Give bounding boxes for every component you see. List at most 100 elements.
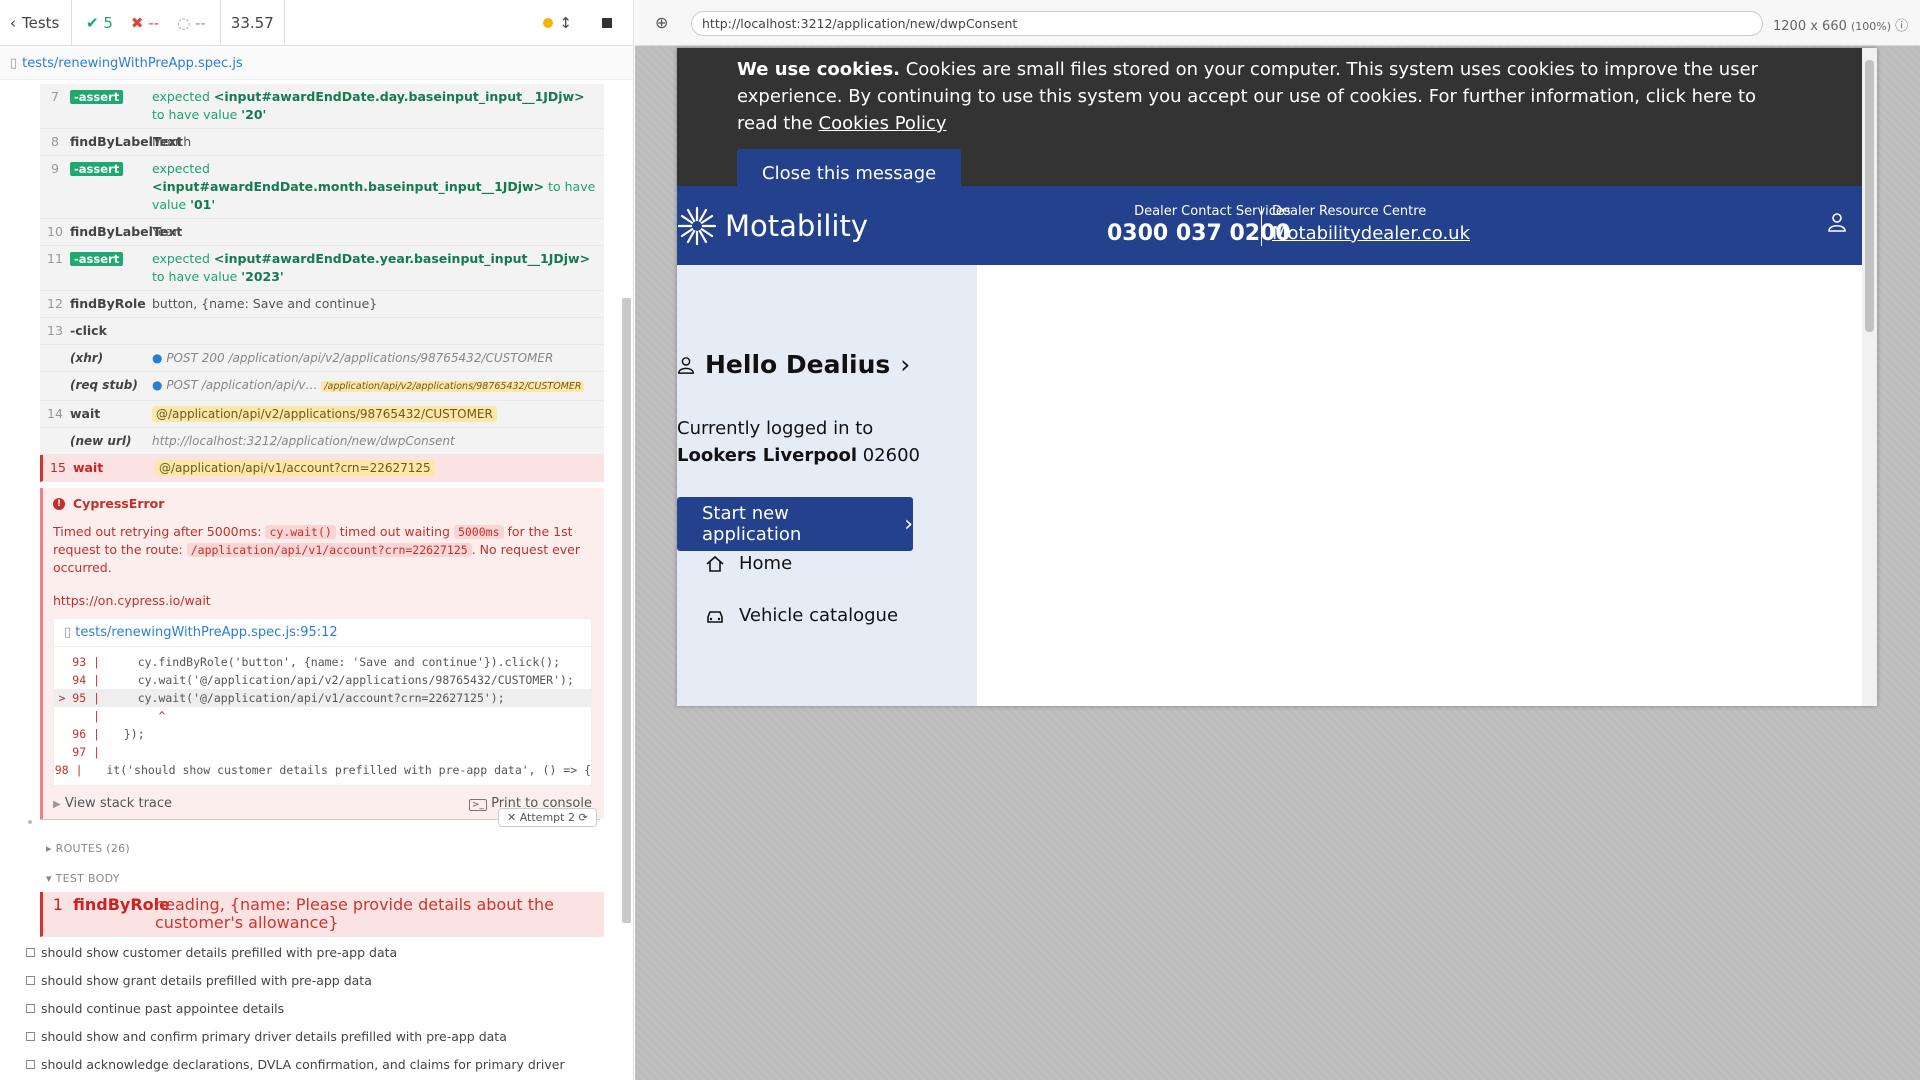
cookies-policy-link[interactable]: Cookies Policy [819, 113, 947, 134]
error-panel: ! CypressError Timed out retrying after … [40, 488, 604, 819]
info-icon[interactable]: ⓘ [1895, 19, 1908, 34]
sunburst-logo-icon [677, 206, 717, 246]
file-icon: ▯ [10, 56, 18, 71]
code-line: 96 | }); [72, 727, 145, 741]
logged-in-info: Currently logged in to Lookers Liverpool… [677, 418, 920, 466]
test-item[interactable]: should show and confirm primary driver d… [26, 1022, 565, 1050]
test-list: should show customer details prefilled w… [26, 938, 565, 1078]
attempt-dot [28, 820, 32, 824]
command-row[interactable]: 12 findByRole button, {name: Save and co… [40, 291, 604, 318]
side-navigation: Hello Dealius › Currently logged in to L… [677, 265, 977, 706]
command-row[interactable]: (new url) http://localhost:3212/applicat… [40, 428, 604, 455]
test-body-commands: 1 findByRole heading, {name: Please prov… [40, 892, 604, 937]
app-preview-panel: ⊕ http://localhost:3212/application/new/… [635, 0, 1920, 1080]
command-row[interactable]: 8 findByLabelText Month [40, 129, 604, 156]
terminal-icon: >_ [468, 799, 487, 811]
stop-icon[interactable] [602, 17, 612, 28]
command-row-failed[interactable]: 1 findByRole heading, {name: Please prov… [40, 892, 604, 937]
reporter-toolbar: ‹ Tests ✔ 5 ✖ -- ◌ -- 33.57 ↕ [0, 0, 633, 46]
dealer-contact: Dealer Contact Services 0300 037 0200 [1107, 204, 1291, 246]
command-row[interactable]: 14 wait @/application/api/v2/application… [40, 401, 604, 428]
code-line-highlight: > 95 | cy.wait('@/application/api/v1/acc… [54, 689, 591, 707]
command-row[interactable]: 13 -click [40, 318, 604, 345]
chevron-left-icon: ‹ [10, 13, 16, 32]
iframe-scrollbar[interactable] [1862, 48, 1877, 706]
checkbox-icon [26, 975, 35, 985]
docs-link[interactable]: https://on.cypress.io/wait [53, 593, 592, 608]
cookie-message: We use cookies. Cookies are small files … [737, 59, 1759, 134]
header-divider [1261, 206, 1262, 246]
retry-icon: ⟳ [578, 811, 588, 824]
selector-playground-icon[interactable]: ⊕ [655, 13, 668, 32]
motability-logo[interactable]: Motability [677, 206, 868, 246]
code-line: | ^ [93, 709, 166, 723]
code-line: 94 | cy.wait('@/application/api/v2/appli… [72, 673, 574, 687]
command-row[interactable]: (xhr) ● POST 200 /application/api/v2/app… [40, 345, 604, 372]
home-icon [706, 555, 724, 572]
attempt-toggle[interactable]: ✕ Attempt 2 ⟳ [498, 808, 597, 827]
command-log: 7 -assert expected <input#awardEndDate.d… [40, 84, 604, 819]
pending-count: ◌ -- [177, 13, 206, 32]
file-icon: ▯ [64, 625, 72, 640]
code-frame-file[interactable]: ▯ tests/renewingWithPreApp.spec.js:95:12 [54, 619, 591, 647]
test-item[interactable]: should show grant details prefilled with… [26, 966, 565, 994]
test-item[interactable]: should acknowledge declarations, DVLA co… [26, 1050, 565, 1078]
test-body-section[interactable]: ▾ TEST BODY [46, 872, 120, 885]
scroll-thumb[interactable] [1865, 60, 1874, 332]
checkbox-icon [26, 1003, 35, 1013]
run-stats: ✔ 5 ✖ -- ◌ -- [72, 0, 221, 46]
chevron-right-icon: › [904, 511, 913, 537]
scroll-toggle-icon[interactable]: ↕ [559, 14, 572, 32]
user-icon[interactable] [1827, 212, 1847, 236]
code-frame: ▯ tests/renewingWithPreApp.spec.js:95:12… [53, 618, 592, 786]
tests-back-button[interactable]: ‹ Tests [0, 0, 72, 46]
spec-file-path[interactable]: ▯ tests/renewingWithPreApp.spec.js [0, 48, 633, 80]
car-icon [707, 610, 723, 623]
xhr-dot-icon: ● [152, 378, 163, 392]
resource-link[interactable]: Motabilitydealer.co.uk [1272, 223, 1470, 244]
reporter-panel: ‹ Tests ✔ 5 ✖ -- ◌ -- 33.57 ↕ ▯ tests/re… [0, 0, 634, 1080]
url-input[interactable]: http://localhost:3212/application/new/dw… [691, 11, 1763, 36]
check-icon: ✔ [86, 13, 99, 32]
command-row[interactable]: 7 -assert expected <input#awardEndDate.d… [40, 84, 604, 129]
status-dot-icon [543, 17, 554, 28]
viewport-size: 1200 x 660 (100%) ⓘ [1773, 19, 1909, 34]
site-header: Motability Dealer Contact Services 0300 … [677, 186, 1862, 265]
caret-down-icon: ▾ [46, 872, 52, 885]
test-item[interactable]: should continue past appointee details [26, 994, 565, 1022]
error-message: Timed out retrying after 5000ms: cy.wait… [53, 524, 581, 575]
collapse-icon: ✕ [507, 811, 517, 824]
preview-toolbar: ⊕ http://localhost:3212/application/new/… [635, 0, 1920, 46]
routes-section[interactable]: ▸ ROUTES (26) [46, 842, 130, 855]
cypress-runner: ‹ Tests ✔ 5 ✖ -- ◌ -- 33.57 ↕ ▯ tests/re… [0, 0, 1920, 1080]
checkbox-icon [26, 1059, 35, 1069]
cross-icon: ✖ [130, 13, 144, 32]
code-line: 98 | it('should show customer details pr… [54, 763, 591, 777]
command-row[interactable]: 11 -assert expected <input#awardEndDate.… [40, 246, 604, 291]
code-line: 97 | [72, 745, 100, 759]
cookie-banner: We use cookies. Cookies are small files … [677, 48, 1862, 198]
nav-vehicle-catalogue[interactable]: Vehicle catalogue [705, 605, 898, 626]
code-lines: 93 | cy.findByRole('button', {name: 'Sav… [54, 647, 591, 785]
caret-right-icon: ▸ [46, 842, 52, 855]
error-icon: ! [53, 497, 65, 510]
reporter-scrollbar[interactable] [622, 298, 631, 923]
test-item[interactable]: should show customer details prefilled w… [26, 938, 565, 966]
xhr-dot-icon: ● [152, 351, 163, 365]
user-icon [678, 356, 694, 374]
view-stack-trace[interactable]: ▶ View stack trace [53, 796, 172, 811]
command-row[interactable]: 9 -assert expected <input#awardEndDate.m… [40, 156, 604, 219]
checkbox-icon [26, 947, 35, 957]
command-row[interactable]: 10 findByLabelText Year [40, 219, 604, 246]
hello-user[interactable]: Hello Dealius › [677, 350, 910, 379]
dealer-resource: Dealer Resource Centre Motabilitydealer.… [1272, 204, 1470, 244]
passed-count: ✔ 5 [86, 13, 113, 32]
command-row-failed[interactable]: 15 wait @/application/api/v1/account?crn… [40, 455, 604, 482]
code-line: 93 | cy.findByRole('button', {name: 'Sav… [72, 655, 561, 669]
nav-home[interactable]: Home [705, 553, 792, 574]
failed-count: ✖ -- [130, 13, 160, 32]
command-row[interactable]: (req stub) ● POST /application/api/v… /a… [40, 372, 604, 401]
checkbox-icon [26, 1031, 35, 1041]
aut-iframe: We use cookies. Cookies are small files … [677, 48, 1877, 706]
start-new-application-button[interactable]: Start new application › [677, 497, 913, 551]
